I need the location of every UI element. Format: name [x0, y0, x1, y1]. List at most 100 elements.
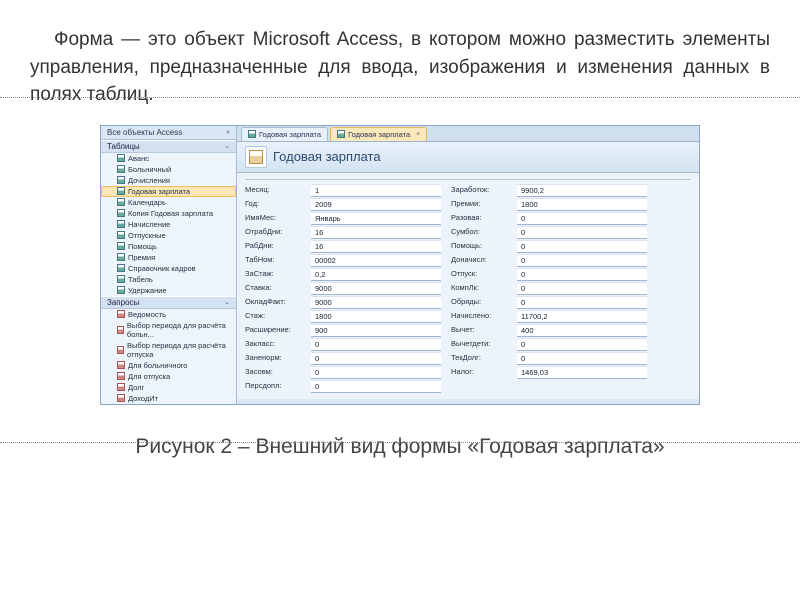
nav-item-label: Выбор периода для расчёта отпуска: [127, 341, 232, 359]
field-label: Закласс:: [245, 338, 301, 351]
nav-header[interactable]: Все объекты Access «: [101, 126, 236, 140]
form-main-area: Годовая зарплата Годовая зарплата × Годо…: [237, 126, 699, 404]
nav-item-table[interactable]: Больничный: [101, 164, 236, 175]
field-input[interactable]: 16: [311, 226, 441, 239]
nav-item-query[interactable]: Для отпуска: [101, 371, 236, 382]
dotted-guide: [0, 97, 800, 98]
field-label: [451, 380, 507, 393]
field-input[interactable]: 9000: [311, 296, 441, 309]
field-input[interactable]: 9900,2: [517, 184, 647, 197]
table-icon: [117, 220, 125, 228]
query-icon: [117, 361, 125, 369]
field-input[interactable]: 0: [311, 380, 441, 393]
field-label: ТекДолг:: [451, 352, 507, 365]
table-icon: [248, 130, 256, 138]
field-label: Премии:: [451, 198, 507, 211]
form-title: Годовая зарплата: [273, 149, 381, 164]
field-label: Сумбол:: [451, 226, 507, 239]
query-icon: [117, 310, 125, 318]
field-input[interactable]: 2009: [311, 198, 441, 211]
nav-item-label: Выбор периода для расчёта больн...: [127, 321, 232, 339]
nav-item-table[interactable]: Дочисления: [101, 175, 236, 186]
nav-item-label: Аванс: [128, 154, 149, 163]
field-label: КомпЛк:: [451, 282, 507, 295]
close-icon[interactable]: ×: [416, 131, 420, 138]
field-input[interactable]: 1: [311, 184, 441, 197]
nav-group-tables[interactable]: Таблицы ⌄: [101, 140, 236, 153]
table-icon: [117, 154, 125, 162]
nav-item-table[interactable]: Копия Годовая зарплата: [101, 208, 236, 219]
field-input[interactable]: 00002: [311, 254, 441, 267]
nav-item-table[interactable]: Аванс: [101, 153, 236, 164]
field-input[interactable]: 0: [517, 226, 647, 239]
nav-item-table[interactable]: Помощь: [101, 241, 236, 252]
field-label: Ставка:: [245, 282, 301, 295]
field-label: Доначисл:: [451, 254, 507, 267]
field-input[interactable]: 0: [311, 338, 441, 351]
field-input[interactable]: Январь: [311, 212, 441, 225]
nav-item-query[interactable]: Ведомость: [101, 309, 236, 320]
nav-item-table[interactable]: Календарь: [101, 197, 236, 208]
nav-item-label: Табель: [128, 275, 153, 284]
access-screenshot: Все объекты Access « Таблицы ⌄ АвансБоль…: [100, 125, 700, 405]
field-label: Отпуск:: [451, 268, 507, 281]
nav-item-query[interactable]: Выбор периода для расчёта отпуска: [101, 340, 236, 360]
field-input[interactable]: 0: [311, 352, 441, 365]
table-icon: [117, 275, 125, 283]
field-input[interactable]: 11700,2: [517, 310, 647, 323]
table-icon: [117, 253, 125, 261]
field-input[interactable]: 400: [517, 324, 647, 337]
field-input[interactable]: 0: [517, 282, 647, 295]
field-label: ОкладФакт:: [245, 296, 301, 309]
field-label: Расширение:: [245, 324, 301, 337]
field-label: Стаж:: [245, 310, 301, 323]
table-icon: [117, 286, 125, 294]
field-input[interactable]: 1469,03: [517, 366, 647, 379]
field-input[interactable]: 1800: [517, 198, 647, 211]
field-input[interactable]: 0: [517, 338, 647, 351]
field-label: Персдопл:: [245, 380, 301, 393]
field-input[interactable]: 0: [517, 212, 647, 225]
field-input[interactable]: 16: [311, 240, 441, 253]
nav-item-label: Отпускные: [128, 231, 166, 240]
nav-item-label: Долг: [128, 383, 144, 392]
nav-item-table[interactable]: Справочник кадров: [101, 263, 236, 274]
field-input[interactable]: 0: [517, 296, 647, 309]
tab-table[interactable]: Годовая зарплата: [241, 127, 328, 141]
tab-form-active[interactable]: Годовая зарплата ×: [330, 127, 427, 141]
field-input[interactable]: 9000: [311, 282, 441, 295]
nav-item-query[interactable]: Долг: [101, 382, 236, 393]
field-input[interactable]: 0: [517, 240, 647, 253]
field-label: Помощь:: [451, 240, 507, 253]
field-input[interactable]: 0: [517, 352, 647, 365]
nav-item-label: Для больничного: [128, 361, 187, 370]
nav-item-table[interactable]: Удержание: [101, 285, 236, 296]
nav-item-label: ДоходИт: [128, 394, 158, 403]
nav-item-table[interactable]: Отпускные: [101, 230, 236, 241]
collapse-icon: ⌄: [224, 298, 230, 306]
nav-item-label: Календарь: [128, 198, 166, 207]
field-label: ОтрабДни:: [245, 226, 301, 239]
collapse-icon: ⌄: [224, 142, 230, 150]
field-input[interactable]: 900: [311, 324, 441, 337]
table-icon: [117, 165, 125, 173]
nav-item-query[interactable]: ДоходИт: [101, 393, 236, 404]
nav-item-query[interactable]: Для больничного: [101, 360, 236, 371]
nav-item-table[interactable]: Премия: [101, 252, 236, 263]
nav-item-table[interactable]: Табель: [101, 274, 236, 285]
query-icon: [117, 383, 125, 391]
nav-item-table[interactable]: Годовая зарплата: [101, 186, 236, 197]
nav-group-queries[interactable]: Запросы ⌄: [101, 296, 236, 309]
field-input[interactable]: 0,2: [311, 268, 441, 281]
field-input[interactable]: 0: [311, 366, 441, 379]
tab-bar: Годовая зарплата Годовая зарплата ×: [237, 126, 699, 142]
field-input[interactable]: 0: [517, 254, 647, 267]
field-input[interactable]: 0: [517, 268, 647, 281]
form-body: Месяц:1Заработок:9900,2Год:2009Премии:18…: [237, 173, 699, 399]
nav-item-query[interactable]: Выбор периода для расчёта больн...: [101, 320, 236, 340]
field-label: Начислено:: [451, 310, 507, 323]
field-label: Налог:: [451, 366, 507, 379]
field-input[interactable]: 1800: [311, 310, 441, 323]
nav-item-table[interactable]: Начисление: [101, 219, 236, 230]
table-icon: [117, 187, 125, 195]
